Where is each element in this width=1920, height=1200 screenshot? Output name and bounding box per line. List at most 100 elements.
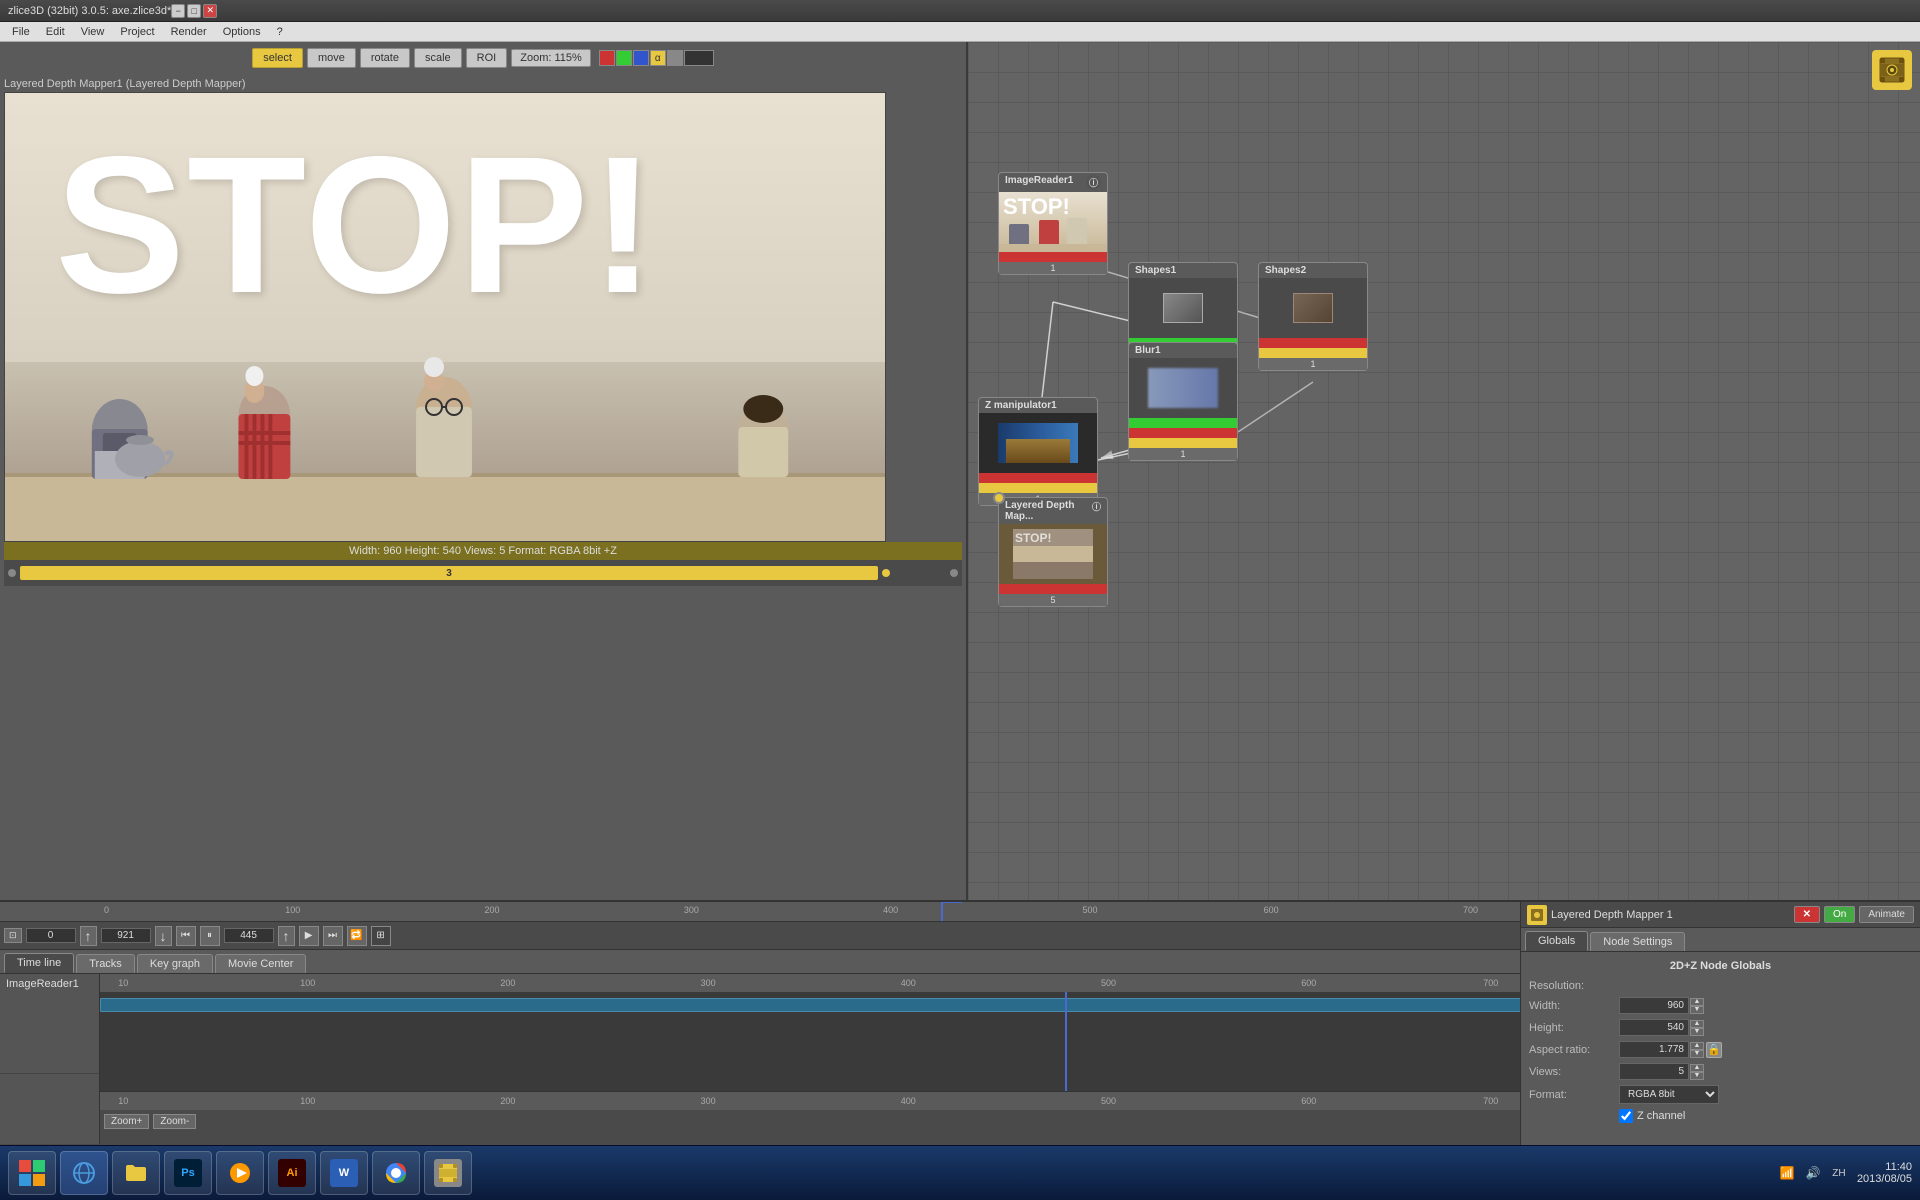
views-input[interactable] bbox=[1619, 1063, 1689, 1080]
frame-end-input[interactable]: 921 bbox=[101, 928, 151, 943]
aspect-down[interactable]: ▼ bbox=[1690, 1050, 1704, 1058]
height-spinner: ▲ ▼ bbox=[1690, 1020, 1704, 1036]
format-select[interactable]: RGBA 8bit bbox=[1619, 1085, 1719, 1104]
resolution-section: Resolution: bbox=[1529, 980, 1912, 992]
width-input[interactable] bbox=[1619, 997, 1689, 1014]
roi-tool-button[interactable]: ROI bbox=[466, 48, 508, 68]
extra-channel-button[interactable] bbox=[684, 50, 714, 66]
tab-node-settings[interactable]: Node Settings bbox=[1590, 932, 1685, 951]
start-button[interactable] bbox=[8, 1151, 56, 1195]
zoom-minus-button[interactable]: Zoom- bbox=[153, 1114, 196, 1129]
loop-button[interactable]: 🔁 bbox=[347, 926, 367, 946]
width-up[interactable]: ▲ bbox=[1690, 998, 1704, 1006]
prev-arrow[interactable]: ↑ bbox=[80, 926, 97, 946]
step-forward-button[interactable]: ⏭ bbox=[323, 926, 343, 946]
teapot-icon bbox=[110, 424, 175, 479]
views-label: Views: bbox=[1529, 1066, 1619, 1078]
alpha-channel-button[interactable]: α bbox=[650, 50, 666, 66]
tab-key-graph[interactable]: Key graph bbox=[137, 954, 213, 973]
up-arrow-2[interactable]: ↑ bbox=[278, 926, 295, 946]
pause-button[interactable]: ⏸ bbox=[200, 926, 220, 946]
close-button[interactable]: ✕ bbox=[203, 4, 217, 18]
node-zmanip[interactable]: Z manipulator1 1 bbox=[978, 397, 1098, 506]
format-row: Format: RGBA 8bit bbox=[1529, 1085, 1912, 1104]
on-off-button[interactable]: On bbox=[1824, 906, 1855, 923]
taskbar-media-button[interactable] bbox=[216, 1151, 264, 1195]
g-channel-button[interactable] bbox=[616, 50, 632, 66]
node-shapes2[interactable]: Shapes2 1 bbox=[1258, 262, 1368, 371]
aspect-up[interactable]: ▲ bbox=[1690, 1042, 1704, 1050]
height-up[interactable]: ▲ bbox=[1690, 1020, 1704, 1028]
maximize-button[interactable]: □ bbox=[187, 4, 201, 18]
views-up[interactable]: ▲ bbox=[1690, 1064, 1704, 1072]
film-reel-icon bbox=[1878, 56, 1906, 84]
zoom-plus-button[interactable]: Zoom+ bbox=[104, 1114, 149, 1129]
node-imagereader[interactable]: ImageReader1 ⓘ STOP! 1 bbox=[998, 172, 1108, 275]
taskbar-illustrator-button[interactable]: Ai bbox=[268, 1151, 316, 1195]
strip-bar[interactable]: 3 bbox=[20, 566, 878, 580]
menu-file[interactable]: File bbox=[4, 24, 38, 40]
down-arrow[interactable]: ↓ bbox=[155, 926, 172, 946]
clock-time: 11:40 bbox=[1857, 1161, 1912, 1173]
height-input[interactable] bbox=[1619, 1019, 1689, 1036]
views-spinner: ▲ ▼ bbox=[1690, 1064, 1704, 1080]
strip-dot-1[interactable] bbox=[8, 569, 16, 577]
width-down[interactable]: ▼ bbox=[1690, 1006, 1704, 1014]
strip-number: 3 bbox=[446, 568, 452, 579]
node-blur1-red bbox=[1129, 428, 1237, 438]
viewer[interactable]: STOP! bbox=[4, 92, 886, 542]
taskbar-chrome-button[interactable] bbox=[372, 1151, 420, 1195]
z-channel-checkbox[interactable] bbox=[1619, 1109, 1633, 1123]
strip-dot-3[interactable] bbox=[950, 569, 958, 577]
minimize-button[interactable]: − bbox=[171, 4, 185, 18]
node-blur1-thumb bbox=[1129, 358, 1237, 418]
taskbar-app-button[interactable] bbox=[424, 1151, 472, 1195]
move-tool-button[interactable]: move bbox=[307, 48, 356, 68]
node-shapes1-header: Shapes1 bbox=[1129, 263, 1237, 278]
menu-help[interactable]: ? bbox=[269, 24, 291, 40]
taskbar-folder-button[interactable] bbox=[112, 1151, 160, 1195]
node-layered[interactable]: Layered Depth Map... ⓘ STOP! 5 bbox=[998, 497, 1108, 607]
r-channel-button[interactable] bbox=[599, 50, 615, 66]
tab-timeline[interactable]: Time line bbox=[4, 953, 74, 973]
titlebar-controls: − □ ✕ bbox=[171, 4, 217, 18]
taskbar-photoshop-button[interactable]: Ps bbox=[164, 1151, 212, 1195]
scale-tool-button[interactable]: scale bbox=[414, 48, 462, 68]
aspect-input[interactable] bbox=[1619, 1041, 1689, 1058]
titlebar-text: zlice3D (32bit) 3.0.5: axe.zlice3d* bbox=[8, 5, 171, 17]
lock-aspect-button[interactable]: 🔒 bbox=[1706, 1042, 1722, 1058]
animate-button[interactable]: Animate bbox=[1859, 906, 1914, 923]
zoom-fit-button[interactable]: ⊡ bbox=[4, 928, 22, 943]
frame-start-input[interactable] bbox=[26, 928, 76, 943]
current-frame-input[interactable]: 445 bbox=[224, 928, 274, 943]
props-node-name: Layered Depth Mapper 1 bbox=[1551, 909, 1790, 921]
tab-movie-center[interactable]: Movie Center bbox=[215, 954, 306, 973]
b-channel-button[interactable] bbox=[633, 50, 649, 66]
taskbar-word-button[interactable]: W bbox=[320, 1151, 368, 1195]
depth-channel-button[interactable] bbox=[667, 50, 683, 66]
record-button[interactable]: ⊞ bbox=[371, 926, 391, 946]
select-tool-button[interactable]: select bbox=[252, 48, 303, 68]
goto-start-button[interactable]: ⏮ bbox=[176, 926, 196, 946]
delete-node-button[interactable]: ✕ bbox=[1794, 906, 1820, 923]
height-down[interactable]: ▼ bbox=[1690, 1028, 1704, 1036]
strip-dot-2[interactable] bbox=[882, 569, 890, 577]
rotate-tool-button[interactable]: rotate bbox=[360, 48, 410, 68]
node-imagereader-header: ImageReader1 ⓘ bbox=[999, 173, 1107, 192]
node-icon-small bbox=[1527, 905, 1547, 925]
tab-tracks[interactable]: Tracks bbox=[76, 954, 135, 973]
track-labels: ImageReader1 bbox=[0, 974, 100, 1144]
windows-logo-icon bbox=[18, 1159, 46, 1187]
viewer-content: STOP! bbox=[5, 93, 885, 541]
taskbar-browser-button[interactable] bbox=[60, 1151, 108, 1195]
views-down[interactable]: ▼ bbox=[1690, 1072, 1704, 1080]
tab-globals[interactable]: Globals bbox=[1525, 931, 1588, 951]
node-blur1[interactable]: Blur1 1 bbox=[1128, 342, 1238, 461]
menu-options[interactable]: Options bbox=[215, 24, 269, 40]
menu-view[interactable]: View bbox=[73, 24, 113, 40]
menu-project[interactable]: Project bbox=[112, 24, 162, 40]
toolbar: select move rotate scale ROI Zoom: 115% … bbox=[0, 42, 966, 74]
menu-edit[interactable]: Edit bbox=[38, 24, 73, 40]
play-button[interactable]: ▶ bbox=[299, 926, 319, 946]
menu-render[interactable]: Render bbox=[163, 24, 215, 40]
